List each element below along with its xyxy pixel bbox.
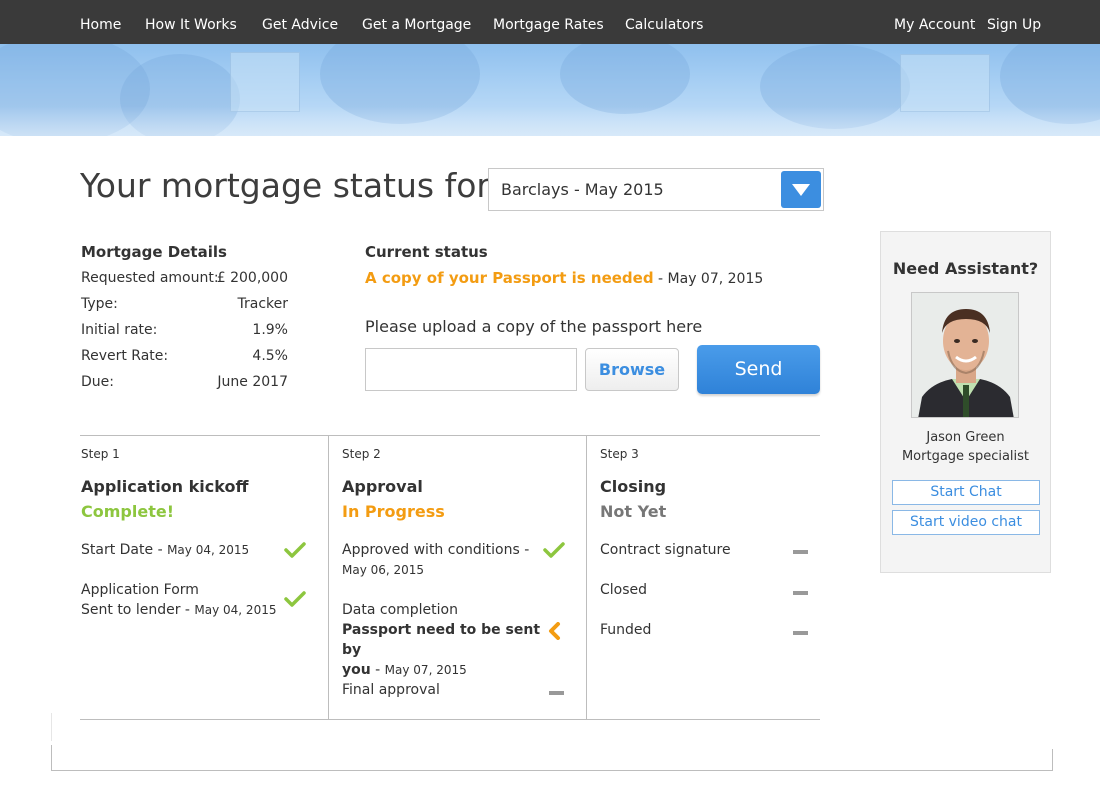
task-label: Final approval <box>342 682 440 698</box>
step-state: In Progress <box>342 502 445 521</box>
task-label: Data completion <box>342 602 458 618</box>
divider <box>51 770 1053 771</box>
task-item: Closed <box>600 580 647 600</box>
task-item: Contract signature <box>600 540 731 560</box>
assistant-heading: Need Assistant? <box>892 259 1039 278</box>
hero-banner <box>0 44 1100 136</box>
detail-label: Type: <box>81 296 118 312</box>
assistant-panel: Need Assistant? Jason Green Mortgage spe… <box>880 231 1051 573</box>
upload-label: Please upload a copy of the passport her… <box>365 317 703 336</box>
detail-row: Due: June 2017 <box>81 374 288 394</box>
detail-row: Initial rate: 1.9% <box>81 322 288 342</box>
task-item: Start Date - May 04, 2015 <box>81 542 250 558</box>
detail-row: Requested amount: £ 200,000 <box>81 270 288 290</box>
nav-sign-up[interactable]: Sign Up <box>987 0 1041 44</box>
nav-how-it-works[interactable]: How It Works <box>145 0 237 44</box>
detail-label: Requested amount: <box>81 270 219 286</box>
task-item: Final approval <box>342 680 440 700</box>
task-sublabel: Passport need to be sent by <box>342 622 541 658</box>
task-label: Start Date <box>81 542 154 558</box>
divider <box>1052 749 1053 771</box>
person-photo-icon <box>912 293 1018 417</box>
chevron-down-icon <box>792 184 810 196</box>
detail-label: Initial rate: <box>81 322 158 338</box>
step-number: Step 2 <box>342 447 381 461</box>
detail-value: £ 200,000 <box>216 270 288 286</box>
task-sublabel: Sent to lender <box>81 602 181 618</box>
dash-icon <box>793 591 808 595</box>
mortgage-select[interactable]: Barclays - May 2015 <box>488 168 824 211</box>
step-number: Step 1 <box>81 447 120 461</box>
nav-home[interactable]: Home <box>80 0 121 44</box>
mortgage-details-heading: Mortgage Details <box>81 243 227 261</box>
start-video-chat-button[interactable]: Start video chat <box>892 510 1040 535</box>
detail-value: Tracker <box>237 296 288 312</box>
task-item: Approved with conditions - May 06, 2015 <box>342 540 529 580</box>
step-state: Complete! <box>81 502 174 521</box>
start-chat-button[interactable]: Start Chat <box>892 480 1040 505</box>
step-1-column: Step 1 Application kickoff Complete! Sta… <box>80 436 328 719</box>
task-label: Approved with conditions - <box>342 542 530 558</box>
task-date: May 04, 2015 <box>167 543 250 557</box>
mortgage-select-value: Barclays - May 2015 <box>501 180 664 199</box>
status-message: A copy of your Passport is needed <box>365 269 654 287</box>
task-item: Data completion Passport need to be sent… <box>342 602 541 678</box>
steps-panel: Step 1 Application kickoff Complete! Sta… <box>80 435 820 720</box>
nav-get-advice[interactable]: Get Advice <box>262 0 338 44</box>
detail-row: Type: Tracker <box>81 296 288 316</box>
task-label: Closed <box>600 582 648 598</box>
dash-icon <box>549 691 564 695</box>
detail-value: June 2017 <box>217 374 288 390</box>
detail-row: Revert Rate: 4.5% <box>81 348 288 368</box>
step-3-column: Step 3 Closing Not Yet Contract signatur… <box>586 436 820 719</box>
detail-value: 1.9% <box>252 322 288 338</box>
task-label: Application Form <box>81 582 199 598</box>
dropdown-toggle[interactable] <box>781 171 821 208</box>
status-separator: - <box>653 271 668 287</box>
nav-calculators[interactable]: Calculators <box>625 0 703 44</box>
nav-my-account[interactable]: My Account <box>894 0 975 44</box>
status-date: May 07, 2015 <box>667 271 764 287</box>
task-sublabel-cont: you <box>342 662 371 678</box>
send-button[interactable]: Send <box>697 345 820 394</box>
browse-button[interactable]: Browse <box>585 348 679 391</box>
step-state: Not Yet <box>600 502 667 521</box>
check-icon <box>284 542 306 558</box>
dash-icon <box>793 550 808 554</box>
step-title: Closing <box>600 477 667 496</box>
task-date: May 07, 2015 <box>384 663 467 677</box>
divider <box>51 745 52 771</box>
detail-label: Revert Rate: <box>81 348 169 364</box>
agent-role: Mortgage specialist <box>901 449 1030 464</box>
task-item: Funded <box>600 620 651 640</box>
task-date: May 04, 2015 <box>194 603 277 617</box>
current-status-heading: Current status <box>365 243 488 261</box>
nav-mortgage-rates[interactable]: Mortgage Rates <box>493 0 604 44</box>
task-label: Contract signature <box>600 542 731 558</box>
arrow-left-icon <box>549 622 560 640</box>
avatar <box>911 292 1019 418</box>
status-line: A copy of your Passport is needed - May … <box>365 269 763 287</box>
nav-get-a-mortgage[interactable]: Get a Mortgage <box>362 0 471 44</box>
check-icon <box>284 591 306 607</box>
page-title: Your mortgage status for <box>80 166 490 205</box>
step-number: Step 3 <box>600 447 639 461</box>
task-date: May 06, 2015 <box>342 563 425 577</box>
divider <box>51 713 52 741</box>
step-title: Application kickoff <box>81 477 249 496</box>
task-label: Funded <box>600 622 652 638</box>
detail-value: 4.5% <box>252 348 288 364</box>
dash-icon <box>793 631 808 635</box>
step-title: Approval <box>342 477 423 496</box>
step-2-column: Step 2 Approval In Progress Approved wit… <box>328 436 586 719</box>
task-item: Application Form Sent to lender - May 04… <box>81 582 277 618</box>
upload-file-input[interactable] <box>365 348 577 391</box>
top-navigation: Home How It Works Get Advice Get a Mortg… <box>0 0 1100 44</box>
check-icon <box>543 542 565 558</box>
agent-name: Jason Green <box>926 430 1005 445</box>
detail-label: Due: <box>81 374 114 390</box>
